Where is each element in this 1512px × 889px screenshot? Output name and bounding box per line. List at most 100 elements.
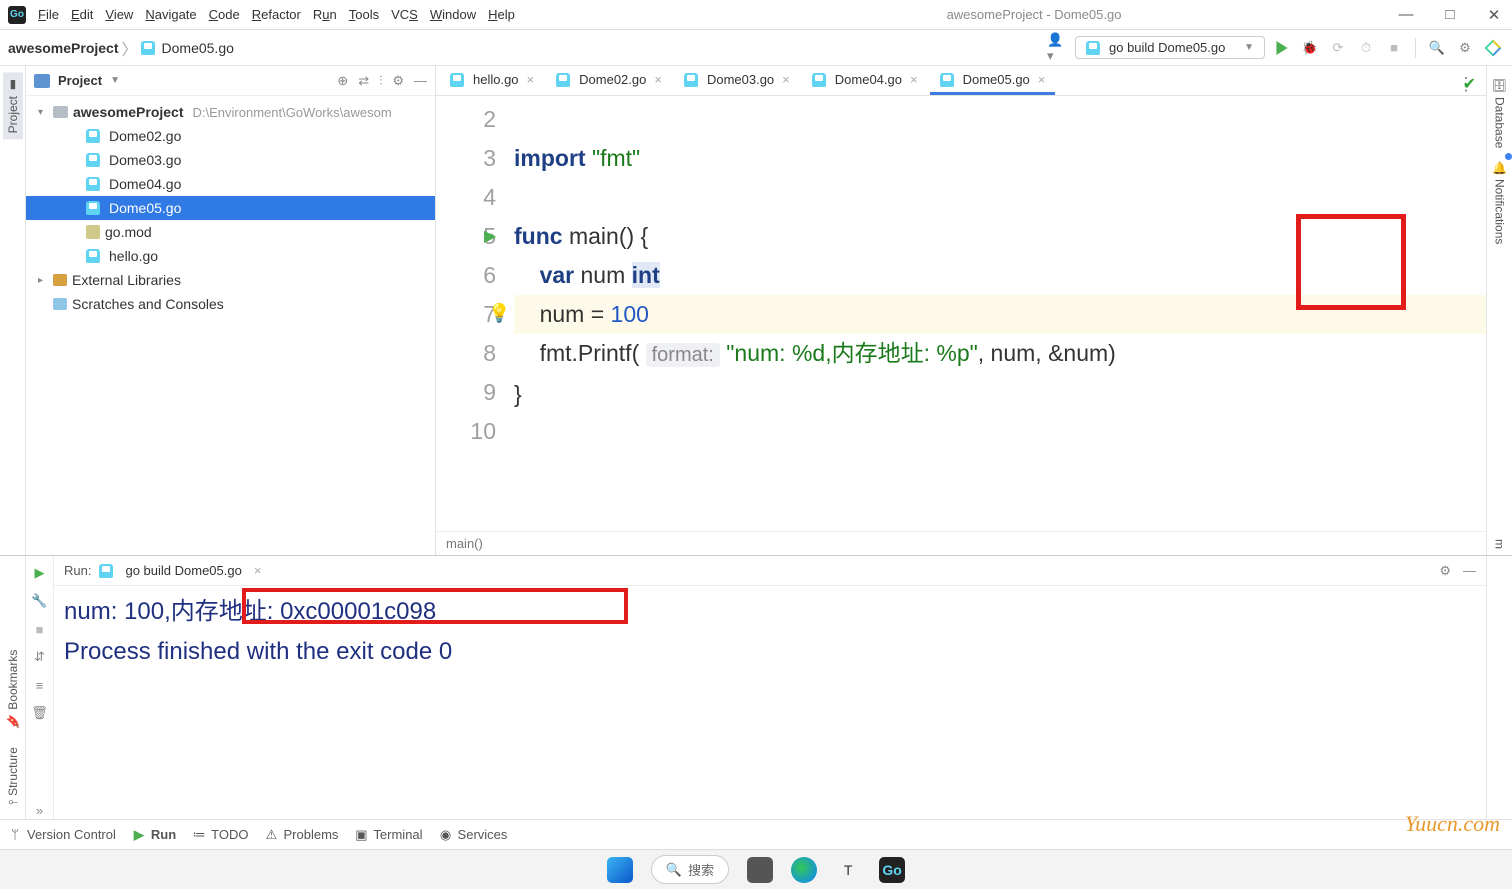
menu-refactor[interactable]: Refactor bbox=[252, 7, 301, 22]
inspection-ok-icon[interactable]: ✔ bbox=[1463, 74, 1476, 94]
menu-file[interactable]: File bbox=[38, 7, 59, 22]
tab-label: hello.go bbox=[473, 72, 519, 87]
tree-external[interactable]: ▸External Libraries bbox=[26, 268, 435, 292]
rerun-button[interactable]: ▶ bbox=[31, 564, 49, 582]
minimize-button[interactable]: — bbox=[1396, 6, 1416, 24]
expand-icon[interactable]: ⇄ bbox=[358, 73, 369, 89]
tree-file[interactable]: Dome02.go bbox=[26, 124, 435, 148]
editor-tab[interactable]: hello.go × bbox=[440, 67, 544, 95]
filter-icon[interactable]: ≡ bbox=[31, 676, 49, 694]
gear-icon[interactable]: ⚙ bbox=[392, 73, 404, 89]
close-button[interactable]: ✕ bbox=[1484, 6, 1504, 24]
run-gutter-icon[interactable]: ▶ bbox=[484, 217, 496, 256]
menu-edit[interactable]: Edit bbox=[71, 7, 93, 22]
user-icon[interactable]: 👤▾ bbox=[1047, 37, 1069, 59]
menu-run[interactable]: Run bbox=[313, 7, 337, 22]
tab-structure[interactable]: ⫯ Structure bbox=[3, 741, 23, 811]
editor-body[interactable]: 234 5▶ 678910 💡 import "fmt" func main()… bbox=[436, 96, 1486, 531]
editor-tab[interactable]: Dome03.go× bbox=[674, 67, 800, 95]
layout-icon[interactable]: ⇵ bbox=[31, 648, 49, 666]
tree-root[interactable]: ▾ awesomeProject D:\Environment\GoWorks\… bbox=[26, 100, 435, 124]
editor-tab[interactable]: Dome04.go× bbox=[802, 67, 928, 95]
project-header: Project ▼ ⊕ ⇄ ⫶ ⚙ — bbox=[26, 66, 435, 96]
breadcrumb-file[interactable]: Dome05.go bbox=[162, 40, 234, 56]
gear-icon[interactable]: ⚙ bbox=[1439, 563, 1451, 579]
editor-tab-active[interactable]: Dome05.go× bbox=[930, 67, 1056, 95]
windows-start-icon[interactable] bbox=[607, 857, 633, 883]
menu-help[interactable]: Help bbox=[488, 7, 515, 22]
tree-file[interactable]: go.mod bbox=[26, 220, 435, 244]
text-app-icon[interactable]: T bbox=[835, 857, 861, 883]
goland-icon[interactable]: Go bbox=[879, 857, 905, 883]
tab-terminal[interactable]: ▣Terminal bbox=[354, 827, 422, 842]
menu-vcs[interactable]: VCS bbox=[391, 7, 418, 22]
tab-database[interactable]: 🗄 Database bbox=[1490, 72, 1510, 155]
editor-breadcrumb[interactable]: main() bbox=[436, 531, 1486, 555]
close-icon[interactable]: × bbox=[527, 72, 535, 87]
tab-version-control[interactable]: ᛘVersion Control bbox=[8, 827, 116, 842]
tree-file[interactable]: Dome04.go bbox=[26, 172, 435, 196]
tree-scratches[interactable]: Scratches and Consoles bbox=[26, 292, 435, 316]
ide-logo[interactable] bbox=[1482, 37, 1504, 59]
tab-make[interactable]: m bbox=[1490, 533, 1510, 555]
editor-tab[interactable]: Dome02.go× bbox=[546, 67, 672, 95]
collapse-icon[interactable]: ⫶ bbox=[379, 73, 382, 89]
close-icon[interactable]: × bbox=[654, 72, 662, 87]
stop-button[interactable]: ■ bbox=[1383, 37, 1405, 59]
search-button[interactable]: 🔍 bbox=[1426, 37, 1448, 59]
tab-todo[interactable]: ≔TODO bbox=[192, 827, 248, 842]
expand-icon[interactable]: » bbox=[31, 801, 49, 819]
tab-project[interactable]: Project ▮ bbox=[3, 72, 23, 139]
tab-problems[interactable]: ⚠Problems bbox=[265, 827, 339, 842]
run-tab-label[interactable]: go build Dome05.go bbox=[125, 563, 241, 578]
tab-run[interactable]: ▶Run bbox=[132, 827, 176, 842]
tree-file-selected[interactable]: Dome05.go bbox=[26, 196, 435, 220]
breadcrumb-project[interactable]: awesomeProject bbox=[8, 40, 119, 56]
go-file-icon bbox=[99, 564, 113, 578]
warning-icon: ⚠ bbox=[265, 828, 279, 842]
project-panel-label[interactable]: Project bbox=[58, 73, 102, 88]
scratches-label: Scratches and Consoles bbox=[72, 296, 224, 312]
run-config-select[interactable]: go build Dome05.go ▼ bbox=[1075, 36, 1265, 59]
menu-code[interactable]: Code bbox=[209, 7, 240, 22]
close-icon[interactable]: × bbox=[910, 72, 918, 87]
window-controls: — □ ✕ bbox=[1396, 6, 1504, 24]
task-view-icon[interactable] bbox=[747, 857, 773, 883]
wrench-icon[interactable]: 🔧 bbox=[31, 592, 49, 610]
intention-bulb-icon[interactable]: 💡 bbox=[488, 294, 510, 333]
tree-file[interactable]: Dome03.go bbox=[26, 148, 435, 172]
tab-bookmarks[interactable]: 🔖 Bookmarks bbox=[3, 644, 23, 735]
close-icon[interactable]: × bbox=[254, 563, 262, 578]
taskbar-search[interactable]: 🔍 搜索 bbox=[651, 855, 729, 884]
locate-icon[interactable]: ⊕ bbox=[337, 73, 348, 89]
hide-icon[interactable]: — bbox=[414, 73, 427, 89]
notification-dot bbox=[1505, 153, 1512, 160]
profile-button[interactable]: ⏱ bbox=[1355, 37, 1377, 59]
trash-icon[interactable]: 🗑 bbox=[31, 704, 49, 722]
tab-notifications[interactable]: 🔔 Notifications bbox=[1490, 155, 1510, 251]
debug-button[interactable]: 🐞 bbox=[1299, 37, 1321, 59]
code-area[interactable]: 💡 import "fmt" func main() { var num int… bbox=[514, 96, 1486, 531]
chevron-down-icon: ▾ bbox=[38, 107, 48, 118]
menu-navigate[interactable]: Navigate bbox=[145, 7, 196, 22]
tab-services[interactable]: ◉Services bbox=[439, 827, 508, 842]
settings-button[interactable]: ⚙ bbox=[1454, 37, 1476, 59]
stop-icon[interactable]: ■ bbox=[31, 620, 49, 638]
right-sidebar-tabs: 🗄 Database 🔔 Notifications m bbox=[1486, 66, 1512, 555]
hide-icon[interactable]: — bbox=[1463, 563, 1476, 579]
left-sidebar-tabs: Project ▮ bbox=[0, 66, 26, 555]
file-label: Dome02.go bbox=[109, 128, 181, 144]
coverage-button[interactable]: ⟳ bbox=[1327, 37, 1349, 59]
chevron-down-icon[interactable]: ▼ bbox=[110, 75, 120, 86]
maximize-button[interactable]: □ bbox=[1440, 6, 1460, 24]
edge-icon[interactable] bbox=[791, 857, 817, 883]
menu-view[interactable]: View bbox=[105, 7, 133, 22]
close-icon[interactable]: × bbox=[1038, 72, 1046, 87]
go-file-icon bbox=[86, 129, 100, 143]
tree-file[interactable]: hello.go bbox=[26, 244, 435, 268]
close-icon[interactable]: × bbox=[782, 72, 790, 87]
console-output[interactable]: num: 100,内存地址: 0xc00001c098 Process fini… bbox=[54, 586, 1486, 819]
run-button[interactable] bbox=[1271, 37, 1293, 59]
menu-window[interactable]: Window bbox=[430, 7, 476, 22]
menu-tools[interactable]: Tools bbox=[349, 7, 379, 22]
